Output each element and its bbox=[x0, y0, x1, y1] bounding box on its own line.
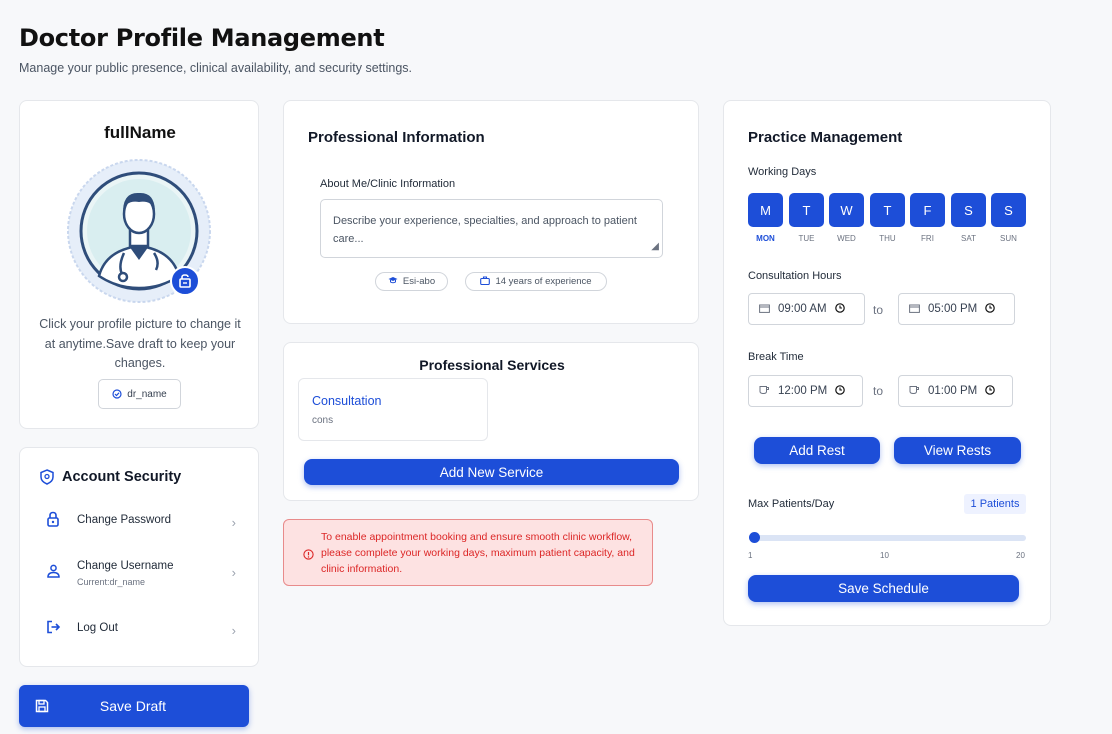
alert-circle-icon bbox=[303, 547, 314, 565]
day-label-mon: MON bbox=[756, 234, 775, 243]
save-draft-button[interactable]: Save Draft bbox=[19, 685, 249, 727]
calendar-icon bbox=[909, 303, 920, 316]
graduation-cap-icon bbox=[388, 276, 398, 287]
page-subtitle: Manage your public presence, clinical av… bbox=[19, 61, 413, 75]
floppy-disk-icon bbox=[35, 699, 49, 716]
max-patients-badge-text: 1 Patients bbox=[970, 498, 1020, 510]
account-security-card: Account Security Change Password › Chang… bbox=[19, 447, 259, 667]
change-username-label: Change Username bbox=[77, 560, 174, 572]
consultation-start-value: 09:00 AM bbox=[778, 303, 827, 315]
profile-hint: Click your profile picture to change it … bbox=[39, 317, 241, 370]
about-label: About Me/Clinic Information bbox=[320, 178, 456, 190]
completion-alert: To enable appointment booking and ensure… bbox=[283, 519, 653, 586]
day-button-thu[interactable]: T bbox=[870, 193, 905, 227]
practice-management-title: Practice Management bbox=[748, 129, 903, 146]
calendar-icon bbox=[759, 303, 770, 316]
log-out-label: Log Out bbox=[77, 622, 118, 634]
consultation-end-value: 05:00 PM bbox=[928, 303, 978, 315]
day-button-sat[interactable]: S bbox=[951, 193, 986, 227]
check-circle-icon bbox=[112, 389, 122, 399]
page-title: Doctor Profile Management bbox=[19, 24, 385, 52]
service-card[interactable]: Consultation cons bbox=[298, 378, 488, 441]
user-icon bbox=[47, 564, 60, 583]
day-button-wed[interactable]: W bbox=[829, 193, 864, 227]
day-button-fri[interactable]: F bbox=[910, 193, 945, 227]
about-textarea[interactable]: Describe your experience, specialties, a… bbox=[320, 199, 663, 258]
consultation-hours-label: Consultation Hours bbox=[748, 270, 842, 282]
view-rests-button[interactable]: View Rests bbox=[894, 437, 1021, 464]
save-schedule-button[interactable]: Save Schedule bbox=[748, 575, 1019, 602]
to-text: to bbox=[873, 303, 884, 317]
consultation-end-input[interactable]: 05:00 PM bbox=[898, 293, 1015, 325]
add-rest-button[interactable]: Add Rest bbox=[754, 437, 880, 464]
practice-management-card: Practice Management Working Days M T W T… bbox=[723, 100, 1051, 626]
break-time-label: Break Time bbox=[748, 351, 804, 363]
profile-card: fullName Click your profile picture to c… bbox=[19, 100, 259, 429]
day-label-sat: SAT bbox=[961, 234, 976, 243]
shield-icon bbox=[40, 469, 54, 490]
camera-icon[interactable] bbox=[170, 266, 200, 296]
slider-mid-label: 10 bbox=[880, 551, 889, 560]
account-security-title: Account Security bbox=[62, 469, 182, 485]
coffee-icon bbox=[909, 385, 920, 398]
experience-pill-text: 14 years of experience bbox=[495, 276, 592, 287]
day-button-tue[interactable]: T bbox=[789, 193, 824, 227]
break-start-value: 12:00 PM bbox=[778, 385, 828, 397]
chevron-right-icon: › bbox=[231, 623, 236, 638]
location-pill: Esi-abo bbox=[375, 272, 448, 291]
change-password-item[interactable]: Change Password › bbox=[20, 503, 258, 543]
day-label-tue: TUE bbox=[798, 234, 815, 243]
to-text: to bbox=[873, 384, 884, 398]
username-badge-text: dr_name bbox=[127, 388, 167, 400]
clock-icon[interactable] bbox=[985, 384, 996, 398]
professional-services-title: Professional Services bbox=[419, 357, 565, 373]
chevron-right-icon: › bbox=[231, 515, 236, 530]
coffee-icon bbox=[759, 385, 770, 398]
avatar[interactable] bbox=[66, 158, 212, 304]
about-placeholder: Describe your experience, specialties, a… bbox=[333, 215, 637, 245]
slider-min-label: 1 bbox=[748, 551, 753, 560]
service-name: Consultation bbox=[312, 394, 382, 408]
day-label-thu: THU bbox=[879, 234, 896, 243]
experience-pill: 14 years of experience bbox=[465, 272, 607, 291]
max-patients-slider-thumb[interactable] bbox=[749, 532, 760, 543]
chevron-right-icon: › bbox=[231, 565, 236, 580]
location-pill-text: Esi-abo bbox=[402, 276, 436, 287]
clock-icon[interactable] bbox=[985, 302, 996, 316]
clock-icon[interactable] bbox=[835, 384, 846, 398]
break-end-input[interactable]: 01:00 PM bbox=[898, 375, 1013, 407]
working-days-label: Working Days bbox=[748, 166, 817, 178]
log-out-item[interactable]: Log Out › bbox=[20, 610, 258, 650]
briefcase-icon bbox=[480, 275, 491, 288]
profile-full-name: fullName bbox=[104, 123, 176, 142]
lock-icon bbox=[46, 511, 60, 532]
add-new-service-button[interactable]: Add New Service bbox=[304, 459, 679, 485]
slider-max-label: 20 bbox=[1016, 551, 1025, 560]
day-label-wed: WED bbox=[837, 234, 856, 243]
professional-services-card: Professional Services Consultation cons … bbox=[283, 342, 699, 501]
change-username-item[interactable]: Change Username Current:dr_name › bbox=[20, 550, 258, 596]
username-badge: dr_name bbox=[98, 379, 181, 409]
max-patients-slider-track[interactable] bbox=[750, 535, 1026, 541]
alert-text: To enable appointment booking and ensure… bbox=[321, 531, 635, 575]
logout-icon bbox=[46, 620, 61, 639]
day-label-fri: FRI bbox=[921, 234, 934, 243]
consultation-start-input[interactable]: 09:00 AM bbox=[748, 293, 865, 325]
clock-icon[interactable] bbox=[834, 302, 845, 316]
current-username: Current:dr_name bbox=[77, 577, 146, 587]
save-draft-label: Save Draft bbox=[99, 698, 167, 714]
max-patients-badge: 1 Patients bbox=[964, 494, 1026, 514]
resize-handle-icon[interactable]: ◢ bbox=[651, 238, 659, 256]
break-start-input[interactable]: 12:00 PM bbox=[748, 375, 863, 407]
change-password-label: Change Password bbox=[77, 514, 171, 526]
professional-info-title: Professional Information bbox=[308, 129, 485, 146]
break-end-value: 01:00 PM bbox=[928, 385, 978, 397]
service-desc: cons bbox=[312, 415, 334, 426]
day-label-sun: SUN bbox=[1000, 234, 1017, 243]
day-button-mon[interactable]: M bbox=[748, 193, 783, 227]
professional-info-card: Professional Information About Me/Clinic… bbox=[283, 100, 699, 324]
max-patients-label: Max Patients/Day bbox=[748, 498, 835, 510]
day-button-sun[interactable]: S bbox=[991, 193, 1026, 227]
